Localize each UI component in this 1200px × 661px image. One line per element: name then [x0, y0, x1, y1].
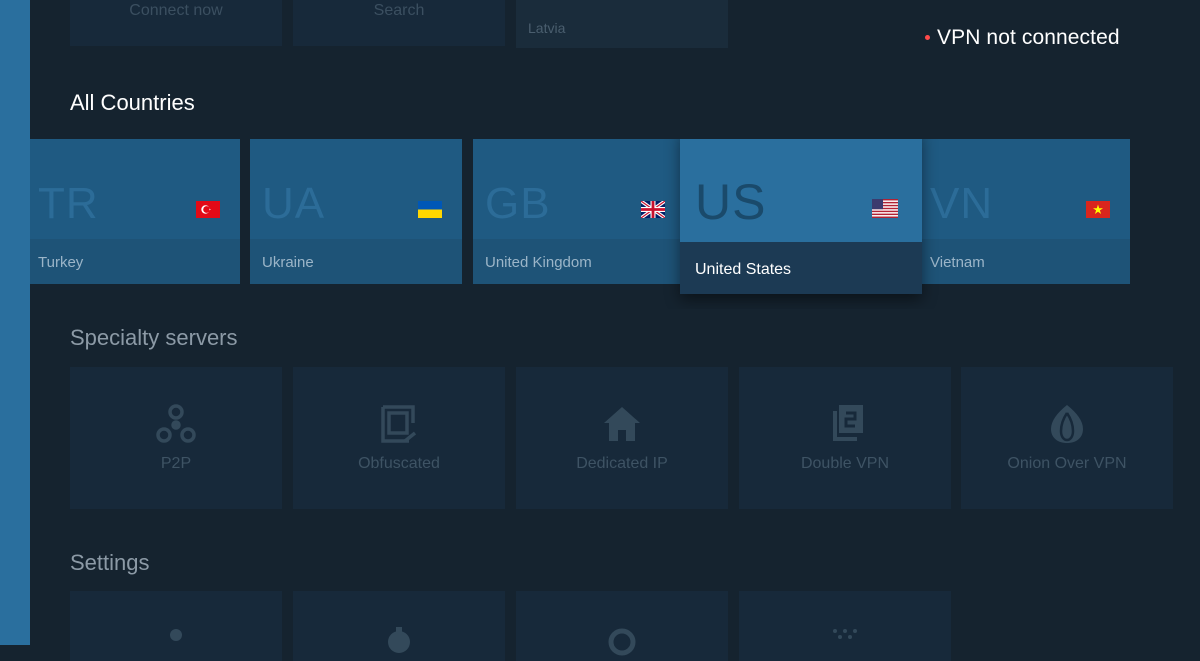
connect-now-label: Connect now — [129, 2, 223, 19]
specialty-card-p2p[interactable]: P2P — [70, 367, 282, 509]
ukraine-flag-icon — [418, 201, 442, 218]
country-name: United States — [695, 261, 792, 278]
double-vpn-icon — [833, 405, 863, 441]
countries-row: TR Turkey UA Ukraine GB United Kingdom V… — [30, 139, 1200, 309]
country-card-united-kingdom[interactable]: GB United Kingdom — [473, 139, 685, 284]
country-card-turkey[interactable]: TR Turkey — [30, 139, 240, 284]
specialty-label: Dedicated IP — [576, 455, 668, 472]
dots-icon — [833, 629, 857, 639]
status-dot-icon — [925, 34, 930, 40]
country-code: TR — [38, 179, 99, 228]
connection-status: VPN not connected — [925, 24, 1120, 52]
search-label: Search — [373, 2, 425, 19]
settings-card-account[interactable] — [70, 591, 282, 661]
settings-title: Settings — [70, 550, 150, 575]
specialty-card-obfuscated[interactable]: Obfuscated — [293, 367, 505, 509]
country-name: Vietnam — [930, 254, 985, 271]
p2p-icon — [156, 404, 196, 443]
user-icon — [170, 629, 182, 641]
region-card-latvia[interactable]: Latvia — [516, 0, 728, 48]
country-card-ukraine[interactable]: UA Ukraine — [250, 139, 462, 284]
specialty-label: P2P — [160, 455, 192, 472]
country-card-united-states[interactable]: US United States — [680, 139, 922, 294]
onion-icon — [1051, 405, 1083, 443]
obfuscated-icon — [381, 405, 417, 443]
vietnam-flag-icon — [1086, 201, 1110, 218]
all-countries-title: All Countries — [70, 90, 195, 115]
specialty-card-onion-over-vpn[interactable]: Onion Over VPN — [961, 367, 1173, 509]
us-flag-icon — [872, 199, 898, 218]
specialty-label: Obfuscated — [358, 455, 440, 472]
home-icon — [604, 407, 640, 441]
left-sidebar-rail — [0, 0, 30, 645]
country-code: GB — [485, 179, 551, 228]
country-name: Ukraine — [262, 254, 314, 271]
specialty-card-dedicated-ip[interactable]: Dedicated IP — [516, 367, 728, 509]
specialty-label: Onion Over VPN — [1007, 455, 1127, 472]
uk-flag-icon — [641, 201, 665, 218]
country-code: UA — [262, 179, 326, 228]
settings-card-general[interactable] — [293, 591, 505, 661]
country-name: United Kingdom — [485, 254, 592, 271]
settings-card-help[interactable] — [516, 591, 728, 661]
specialty-label: Double VPN — [800, 455, 890, 472]
status-text: VPN not connected — [937, 26, 1120, 49]
specialty-card-double-vpn[interactable]: Double VPN — [739, 367, 951, 509]
settings-card-about[interactable] — [739, 591, 951, 661]
country-name: Turkey — [38, 254, 84, 271]
gear-icon — [388, 627, 410, 653]
country-code: US — [695, 174, 767, 230]
specialty-servers-title: Specialty servers — [70, 325, 238, 350]
turkey-flag-icon — [196, 201, 220, 218]
search-card[interactable]: Search — [293, 0, 505, 46]
connect-now-card[interactable]: Connect now — [70, 0, 282, 46]
country-card-vietnam[interactable]: VN Vietnam — [918, 139, 1130, 284]
lifebuoy-icon — [608, 628, 636, 656]
region-label: Latvia — [528, 20, 566, 36]
country-code: VN — [930, 179, 994, 228]
